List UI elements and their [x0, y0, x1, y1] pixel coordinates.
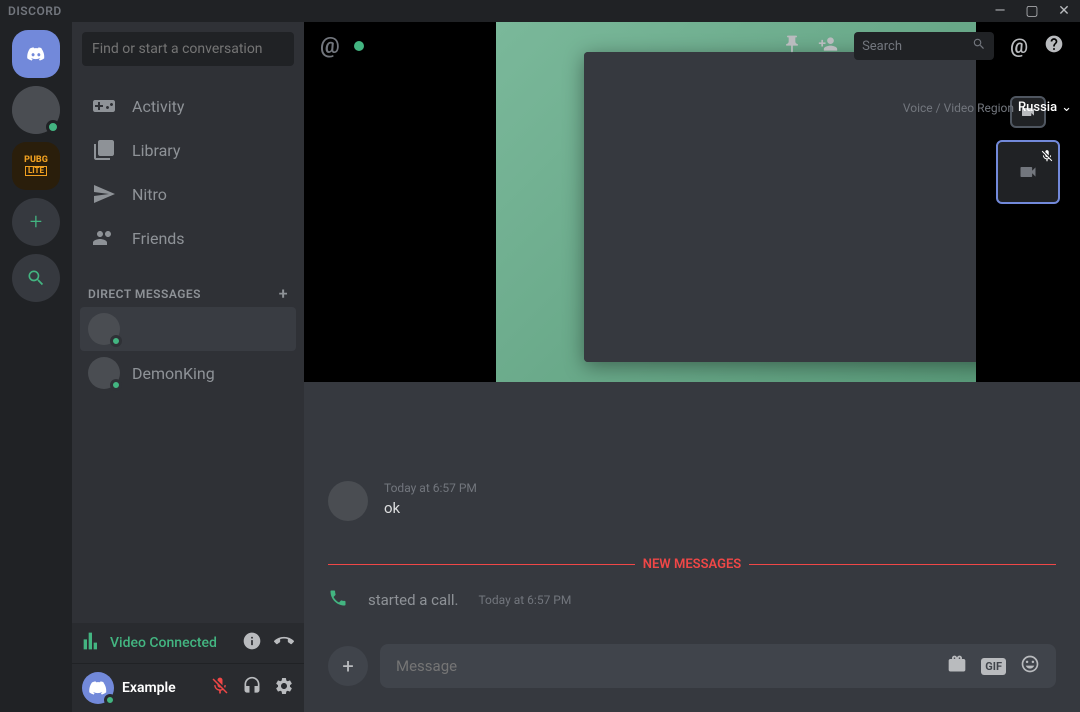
user-avatar[interactable]: [82, 672, 114, 704]
region-selector[interactable]: Voice / Video Region Russia ⌄: [903, 100, 1072, 115]
server-pubg[interactable]: PUBG LITE: [12, 142, 60, 190]
server-column: PUBG LITE +: [0, 22, 72, 712]
nav-friends[interactable]: Friends: [80, 216, 296, 260]
nav-nitro[interactable]: Nitro: [80, 172, 296, 216]
info-icon[interactable]: [242, 631, 262, 655]
pin-icon[interactable]: [782, 34, 802, 58]
add-server-button[interactable]: +: [12, 198, 60, 246]
search-input[interactable]: Search: [854, 32, 994, 60]
message-avatar[interactable]: [328, 481, 368, 521]
dm-item-0[interactable]: [80, 307, 296, 351]
video-tile-self[interactable]: [996, 140, 1060, 204]
dm-heading: DIRECT MESSAGES: [88, 287, 201, 301]
server-avatar-1[interactable]: [12, 86, 60, 134]
chevron-down-icon: ⌄: [1061, 100, 1072, 115]
gif-button[interactable]: GIF: [981, 658, 1006, 675]
chat-column: @ Search @ Voice / Video Region: [304, 22, 1080, 712]
gift-icon[interactable]: [947, 654, 967, 678]
settings-icon[interactable]: [274, 676, 294, 700]
library-icon: [92, 138, 116, 162]
app-title: DISCORD: [8, 4, 62, 18]
nav-library[interactable]: Library: [80, 128, 296, 172]
minimize-icon[interactable]: —: [992, 3, 1008, 19]
discord-icon: [26, 44, 46, 64]
home-button[interactable]: [12, 30, 60, 78]
friends-icon: [92, 226, 116, 250]
help-icon[interactable]: [1044, 34, 1064, 58]
dm-item-1[interactable]: DemonKing: [80, 351, 296, 395]
channel-toolbar: @ Search @: [304, 22, 1080, 70]
new-messages-divider: NEW MESSAGES: [328, 557, 1056, 572]
message-text: ok: [384, 499, 1056, 517]
phone-icon: [328, 588, 348, 612]
mic-muted-icon: [1040, 146, 1054, 170]
add-friend-icon[interactable]: [818, 34, 838, 58]
new-dm-button[interactable]: +: [279, 284, 288, 303]
deafen-icon[interactable]: [242, 676, 262, 700]
gamepad-icon: [92, 94, 116, 118]
user-name: Example: [122, 680, 210, 696]
signal-icon: [82, 631, 102, 655]
close-icon[interactable]: ✕: [1056, 3, 1072, 19]
at-icon: @: [320, 34, 340, 59]
emoji-icon[interactable]: [1020, 654, 1040, 678]
nitro-icon: [92, 182, 116, 206]
channel-column: Activity Library Nitro Friends DIRECT ME…: [72, 22, 304, 712]
conversation-search-input[interactable]: [82, 32, 294, 66]
nav-activity[interactable]: Activity: [80, 84, 296, 128]
mute-icon[interactable]: [210, 676, 230, 700]
search-icon: [26, 268, 46, 288]
message-row: Today at 6:57 PM ok: [328, 481, 1056, 521]
attach-button[interactable]: +: [328, 646, 368, 686]
video-call-overlay: @ Search @ Voice / Video Region: [304, 22, 1080, 382]
voice-panel: Video Connected: [72, 623, 304, 664]
screen-share-view[interactable]: [496, 22, 976, 382]
mentions-icon[interactable]: @: [1010, 34, 1028, 58]
message-timestamp: Today at 6:57 PM: [384, 481, 1056, 495]
disconnect-icon[interactable]: [274, 631, 294, 655]
search-icon: [972, 34, 986, 58]
maximize-icon[interactable]: ▢: [1024, 3, 1040, 19]
call-event-row: started a call. Today at 6:57 PM: [328, 588, 1056, 612]
window-titlebar: DISCORD — ▢ ✕: [0, 0, 1080, 22]
status-dot-icon: [354, 41, 364, 51]
user-panel: Example: [72, 664, 304, 712]
message-input[interactable]: [396, 657, 947, 675]
explore-button[interactable]: [12, 254, 60, 302]
camera-icon: [1018, 162, 1038, 182]
voice-status-label: Video Connected: [110, 635, 217, 651]
message-input-area: + GIF: [304, 644, 1080, 712]
